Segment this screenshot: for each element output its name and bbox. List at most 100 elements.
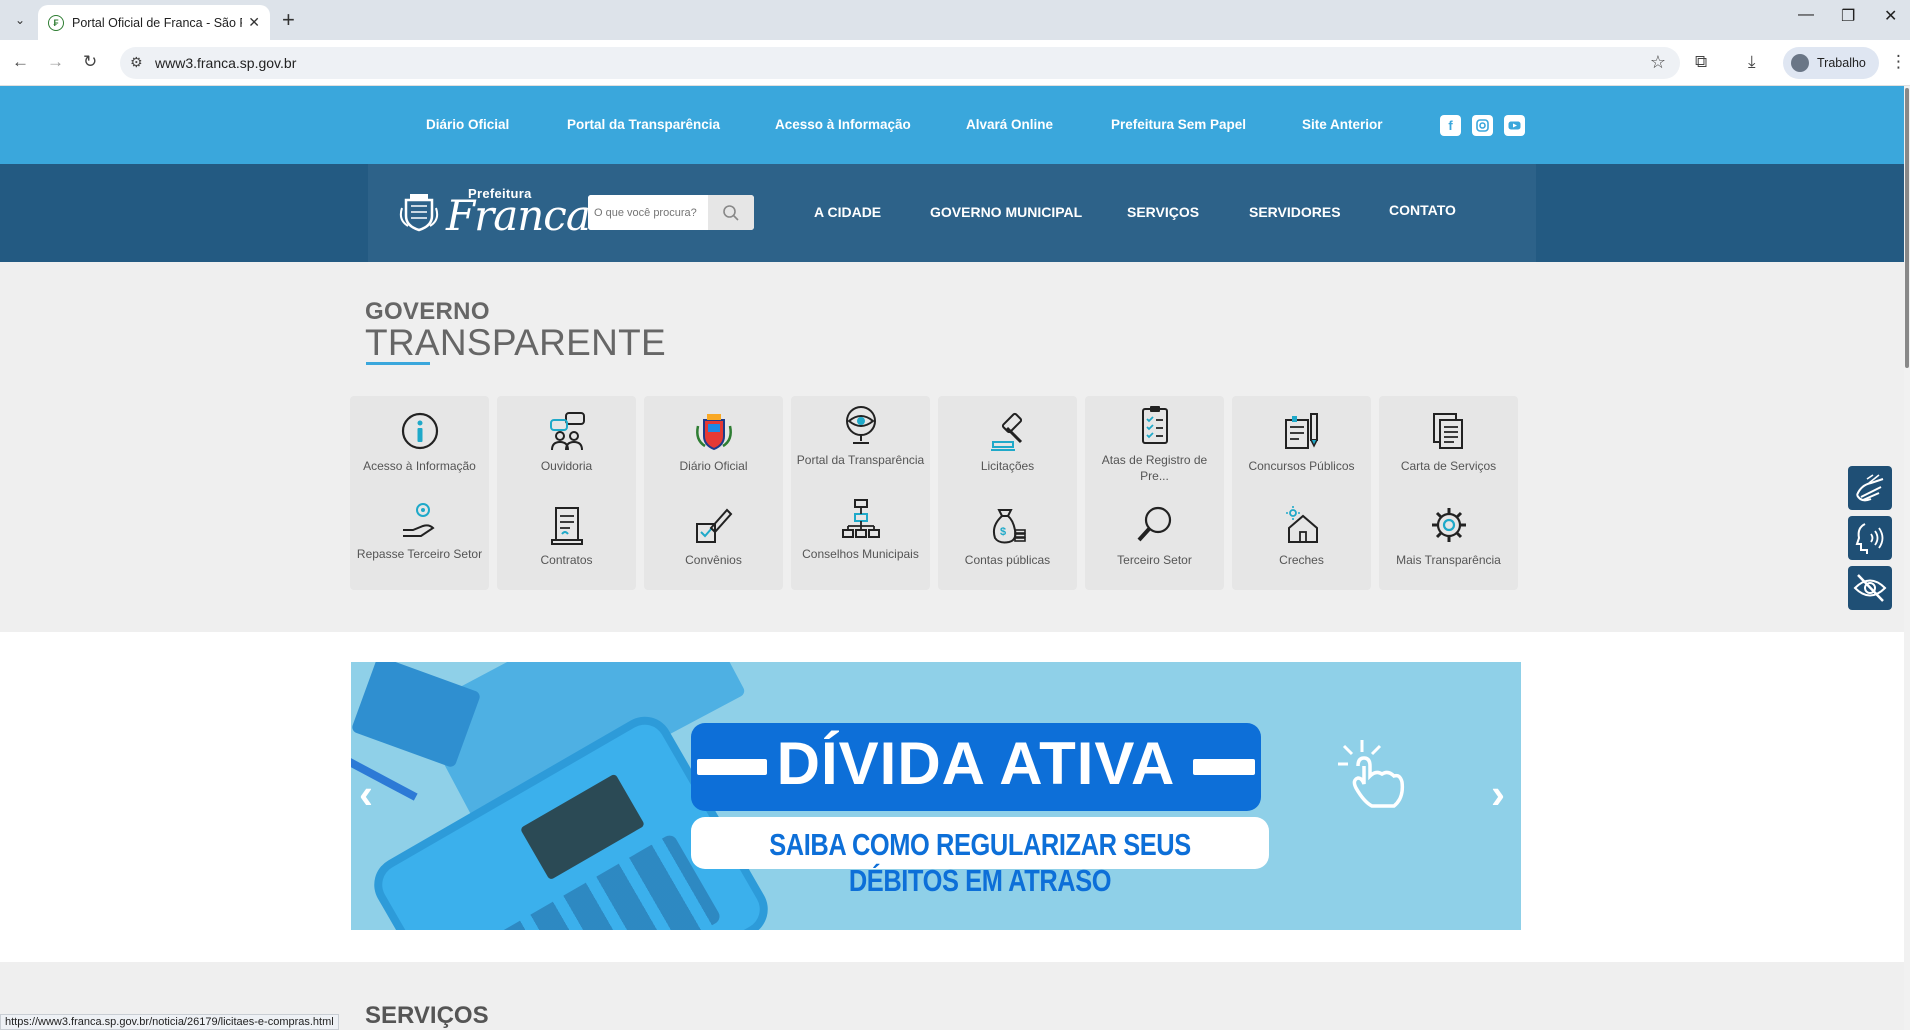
profile-button[interactable]: Trabalho: [1783, 47, 1879, 79]
tab-search-chevron-icon[interactable]: ⌄: [8, 8, 32, 32]
tile-creches[interactable]: Creches: [1232, 490, 1371, 590]
search-input[interactable]: [588, 195, 708, 230]
toplink-alvara-online[interactable]: Alvará Online: [966, 117, 1053, 132]
top-links-bar: Diário Oficial Portal da Transparência A…: [0, 86, 1904, 164]
tile-portal-transparencia[interactable]: Portal da Transparência: [791, 396, 930, 496]
pen-check-icon: [695, 508, 732, 543]
new-tab-icon[interactable]: +: [282, 8, 295, 32]
menu-kebab-icon[interactable]: ⋮: [1890, 52, 1907, 72]
servicos-title: SERVIÇOS: [365, 1002, 489, 1029]
banner-subline-box: SAIBA COMO REGULARIZAR SEUS DÉBITOS EM A…: [691, 817, 1269, 898]
nav-servicos[interactable]: SERVIÇOS: [1127, 204, 1199, 220]
nav-servidores[interactable]: SERVIDORES: [1249, 204, 1341, 220]
browser-toolbar: ← → ↻ ⚙ www3.franca.sp.gov.br ☆ ⧉ ⤓ Trab…: [0, 40, 1910, 86]
tile-contratos[interactable]: Contratos: [497, 490, 636, 590]
nav-governo-municipal[interactable]: GOVERNO MUNICIPAL: [930, 204, 1082, 220]
banner-headline: DÍVIDA ATIVA: [776, 730, 1176, 797]
forward-icon[interactable]: →: [47, 52, 64, 72]
tile-mais-transparencia[interactable]: Mais Transparência: [1379, 490, 1518, 590]
toplink-site-anterior[interactable]: Site Anterior: [1302, 117, 1383, 132]
documents-icon: [1432, 413, 1463, 449]
tile-ouvidoria[interactable]: Ouvidoria: [497, 396, 636, 496]
banner-prev-arrow[interactable]: ‹: [359, 770, 373, 818]
toplink-diario-oficial[interactable]: Diário Oficial: [426, 117, 509, 132]
tile-acesso-informacao[interactable]: Acesso à Informação: [350, 396, 489, 496]
reload-icon[interactable]: ↻: [83, 52, 97, 72]
back-icon[interactable]: ←: [12, 52, 29, 72]
youtube-icon[interactable]: [1504, 115, 1525, 136]
download-icon[interactable]: ⤓: [1748, 52, 1756, 72]
contract-icon: [550, 507, 583, 545]
tile-label: Ouvidoria: [540, 459, 593, 473]
tab-close-icon[interactable]: ✕: [248, 14, 260, 31]
nav-contato[interactable]: CONTATO: [1389, 202, 1456, 218]
tile-label: Conselhos Municipais: [802, 547, 919, 561]
magnifier-icon: [1137, 506, 1171, 542]
tile-label: Repasse Terceiro Setor: [356, 547, 483, 561]
tile-terceiro-setor[interactable]: Terceiro Setor: [1085, 490, 1224, 590]
address-url[interactable]: www3.franca.sp.gov.br: [155, 55, 296, 71]
tile-label: Contas públicas: [964, 553, 1051, 567]
governo-transparente-section: GOVERNO TRANSPARENTE Acesso à Informação…: [0, 262, 1904, 632]
tile-licitacoes[interactable]: Licitações: [938, 396, 1077, 496]
tile-label: Contratos: [540, 553, 593, 567]
tile-repasse-terceiro-setor[interactable]: Repasse Terceiro Setor: [350, 490, 489, 590]
main-navigation-inner: Prefeitura Franca A CIDADE GOVERNO MUNIC…: [368, 164, 1536, 262]
city-crest-icon: [399, 194, 439, 232]
instagram-icon[interactable]: [1472, 115, 1493, 136]
scrollbar-thumb[interactable]: [1905, 88, 1909, 368]
banner-section: DÍVIDA ATIVA SAIBA COMO REGULARIZAR SEUS…: [0, 632, 1904, 962]
tile-concursos-publicos[interactable]: Concursos Públicos: [1232, 396, 1371, 496]
banner-headline-box: DÍVIDA ATIVA: [691, 723, 1261, 811]
eye-globe-icon: [845, 406, 876, 444]
site-search: [588, 195, 754, 230]
toplink-prefeitura-sem-papel[interactable]: Prefeitura Sem Papel: [1111, 117, 1246, 132]
tile-atas-registro[interactable]: Atas de Registro de Pre...: [1085, 396, 1224, 496]
house-sun-icon: [1285, 506, 1318, 543]
facebook-icon[interactable]: f: [1440, 115, 1461, 136]
nav-a-cidade[interactable]: A CIDADE: [814, 204, 881, 220]
website-viewport: Diário Oficial Portal da Transparência A…: [0, 86, 1904, 1030]
tile-label: Licitações: [980, 459, 1035, 473]
close-window-icon[interactable]: ✕: [1884, 6, 1897, 26]
status-bar-url: https://www3.franca.sp.gov.br/noticia/26…: [0, 1014, 339, 1030]
minimize-icon[interactable]: —: [1798, 6, 1814, 24]
main-navigation: Prefeitura Franca A CIDADE GOVERNO MUNIC…: [0, 164, 1904, 262]
browser-tabstrip: ⌄ ₣ Portal Oficial de Franca - São Pa ✕ …: [0, 0, 1910, 40]
toplink-portal-transparencia[interactable]: Portal da Transparência: [567, 117, 720, 132]
high-contrast-button[interactable]: [1848, 566, 1892, 610]
page-scrollbar[interactable]: [1904, 86, 1910, 1030]
banner-next-arrow[interactable]: ›: [1491, 770, 1505, 818]
svg-text:$: $: [1000, 526, 1006, 538]
accessibility-buttons: [1848, 466, 1892, 616]
tile-conselhos-municipais[interactable]: Conselhos Municipais: [791, 490, 930, 590]
tile-label: Terceiro Setor: [1117, 553, 1192, 567]
browser-tab[interactable]: ₣ Portal Oficial de Franca - São Pa ✕: [38, 5, 270, 40]
org-chart-icon: [841, 499, 880, 538]
tile-convenios[interactable]: Convênios: [644, 490, 783, 590]
pointing-hand-icon: [1338, 740, 1405, 808]
bookmark-star-icon[interactable]: ☆: [1650, 52, 1666, 73]
sign-language-icon: [1856, 474, 1884, 502]
tile-label: Acesso à Informação: [363, 459, 476, 473]
tile-contas-publicas[interactable]: $ Contas públicas: [938, 490, 1077, 590]
tab-title: Portal Oficial de Franca - São Pa: [72, 15, 243, 30]
restore-icon[interactable]: ❐: [1841, 6, 1855, 26]
voice-reader-button[interactable]: [1848, 516, 1892, 560]
extensions-icon[interactable]: ⧉: [1695, 52, 1707, 72]
divida-ativa-banner[interactable]: DÍVIDA ATIVA SAIBA COMO REGULARIZAR SEUS…: [351, 662, 1521, 930]
site-logo[interactable]: Prefeitura Franca: [398, 184, 591, 238]
crest-icon: [695, 414, 732, 451]
gavel-icon: [990, 412, 1022, 451]
address-bar[interactable]: ⚙ www3.franca.sp.gov.br ☆: [120, 47, 1680, 79]
tile-label: Creches: [1279, 553, 1324, 567]
site-info-icon[interactable]: ⚙: [130, 54, 143, 71]
sign-language-button[interactable]: [1848, 466, 1892, 510]
tile-carta-servicos[interactable]: Carta de Serviços: [1379, 396, 1518, 496]
clipboard-icon: [1141, 406, 1168, 444]
tile-diario-oficial[interactable]: Diário Oficial: [644, 396, 783, 496]
search-button[interactable]: [708, 195, 754, 230]
favicon-icon: ₣: [48, 14, 64, 31]
toplink-acesso-informacao[interactable]: Acesso à Informação: [775, 117, 911, 132]
hand-gear-icon: [402, 503, 435, 537]
